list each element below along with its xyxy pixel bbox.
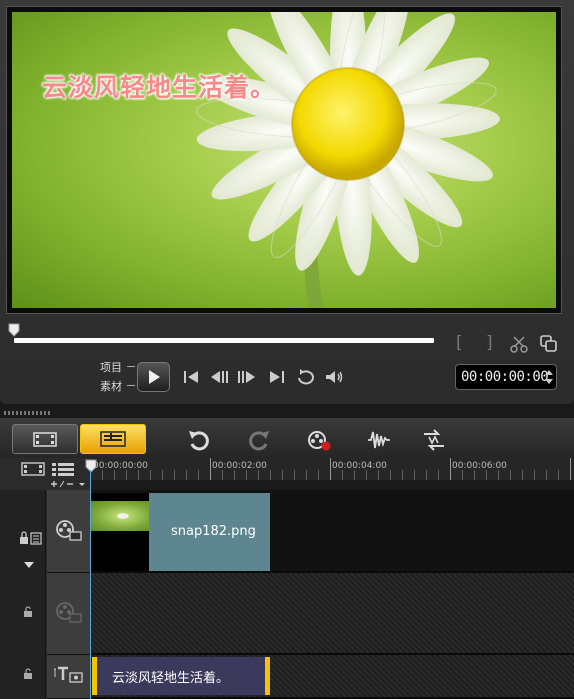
title-clip-label: 云淡风轻地生活着。 bbox=[112, 671, 230, 686]
overlay-track-icon bbox=[56, 602, 82, 623]
mark-in-button[interactable]: [ bbox=[456, 333, 463, 353]
play-icon bbox=[149, 370, 160, 384]
auto-music-icon[interactable] bbox=[421, 428, 447, 452]
playhead-marker[interactable] bbox=[85, 459, 97, 473]
mark-out-button[interactable]: ] bbox=[486, 333, 493, 353]
timecode-display[interactable]: 00:00:00:00 bbox=[455, 364, 557, 390]
project-mode-label[interactable]: 项目 bbox=[100, 359, 122, 375]
ruler-label: 00:00:00:00 bbox=[93, 461, 148, 471]
timeline-view-button[interactable] bbox=[80, 424, 146, 454]
timecode-spinner-icon[interactable] bbox=[545, 368, 553, 386]
volume-icon[interactable] bbox=[323, 367, 345, 387]
playhead-line bbox=[90, 470, 91, 699]
list-view-icon[interactable] bbox=[51, 462, 75, 476]
clip-mode-label[interactable]: 素材 bbox=[100, 378, 122, 394]
preview-frame: 云淡风轻地生活着。 bbox=[6, 6, 562, 314]
ruler-label: 00:00:02:00 bbox=[212, 461, 267, 471]
ruler-label: 00:00:06:00 bbox=[452, 461, 507, 471]
overlay-track[interactable] bbox=[90, 573, 574, 655]
ruler-label: 00:00:04:00 bbox=[332, 461, 387, 471]
redo-icon[interactable] bbox=[246, 428, 272, 452]
split-clip-icon[interactable] bbox=[509, 335, 529, 353]
video-track-icon bbox=[56, 520, 82, 541]
video-track-header bbox=[47, 490, 90, 573]
video-clip-thumbnail bbox=[91, 493, 149, 571]
panel-resize-grip[interactable] bbox=[4, 411, 52, 415]
go-to-start-icon[interactable] bbox=[180, 367, 202, 387]
record-capture-icon[interactable] bbox=[306, 428, 332, 452]
title-clip[interactable]: 云淡风轻地生活着。 bbox=[92, 657, 270, 695]
player-panel: 云淡风轻地生活着。 [ ] 项目 素材 00:00:00:00 bbox=[0, 0, 574, 404]
ruler-major-tick bbox=[570, 458, 571, 480]
scrub-handle[interactable] bbox=[8, 323, 20, 337]
mode-connector bbox=[127, 366, 135, 367]
title-track-icon bbox=[54, 666, 83, 683]
ruler-major-tick bbox=[210, 458, 211, 480]
clip-thumbnail-image bbox=[91, 501, 149, 531]
mode-connector bbox=[127, 385, 135, 386]
repeat-icon[interactable] bbox=[295, 367, 317, 387]
go-to-end-icon[interactable] bbox=[266, 367, 288, 387]
timeline-view-icon bbox=[100, 431, 126, 447]
zoom-control-icon[interactable] bbox=[49, 479, 89, 489]
film-strip-icon bbox=[33, 432, 57, 447]
play-button[interactable] bbox=[137, 362, 170, 392]
track-lock-icon[interactable] bbox=[22, 668, 34, 680]
next-frame-icon[interactable] bbox=[236, 367, 258, 387]
previous-frame-icon[interactable] bbox=[208, 367, 230, 387]
scrub-bar[interactable] bbox=[14, 338, 434, 343]
undo-icon[interactable] bbox=[186, 428, 212, 452]
video-clip-label: snap182.png bbox=[171, 524, 256, 539]
track-manager-icon[interactable] bbox=[21, 462, 45, 476]
ruler-major-tick bbox=[330, 458, 331, 480]
daisy-image bbox=[196, 12, 500, 308]
track-lock-icon[interactable] bbox=[18, 531, 42, 545]
track-lock-icon[interactable] bbox=[22, 606, 34, 618]
enlarge-preview-icon[interactable] bbox=[539, 334, 559, 354]
preview-title-overlay: 云淡风轻地生活着。 bbox=[42, 73, 277, 102]
expand-track-icon[interactable] bbox=[23, 561, 35, 569]
title-track-header bbox=[47, 655, 90, 699]
preview-window[interactable]: 云淡风轻地生活着。 bbox=[12, 12, 556, 308]
storyboard-view-button[interactable] bbox=[12, 424, 78, 454]
overlay-track-header bbox=[47, 573, 90, 655]
video-clip[interactable]: snap182.png bbox=[91, 493, 270, 571]
ruler-ticks bbox=[90, 470, 574, 480]
ruler-major-tick bbox=[450, 458, 451, 480]
timecode-value: 00:00:00:00 bbox=[461, 369, 549, 385]
sound-mixer-icon[interactable] bbox=[366, 428, 392, 452]
